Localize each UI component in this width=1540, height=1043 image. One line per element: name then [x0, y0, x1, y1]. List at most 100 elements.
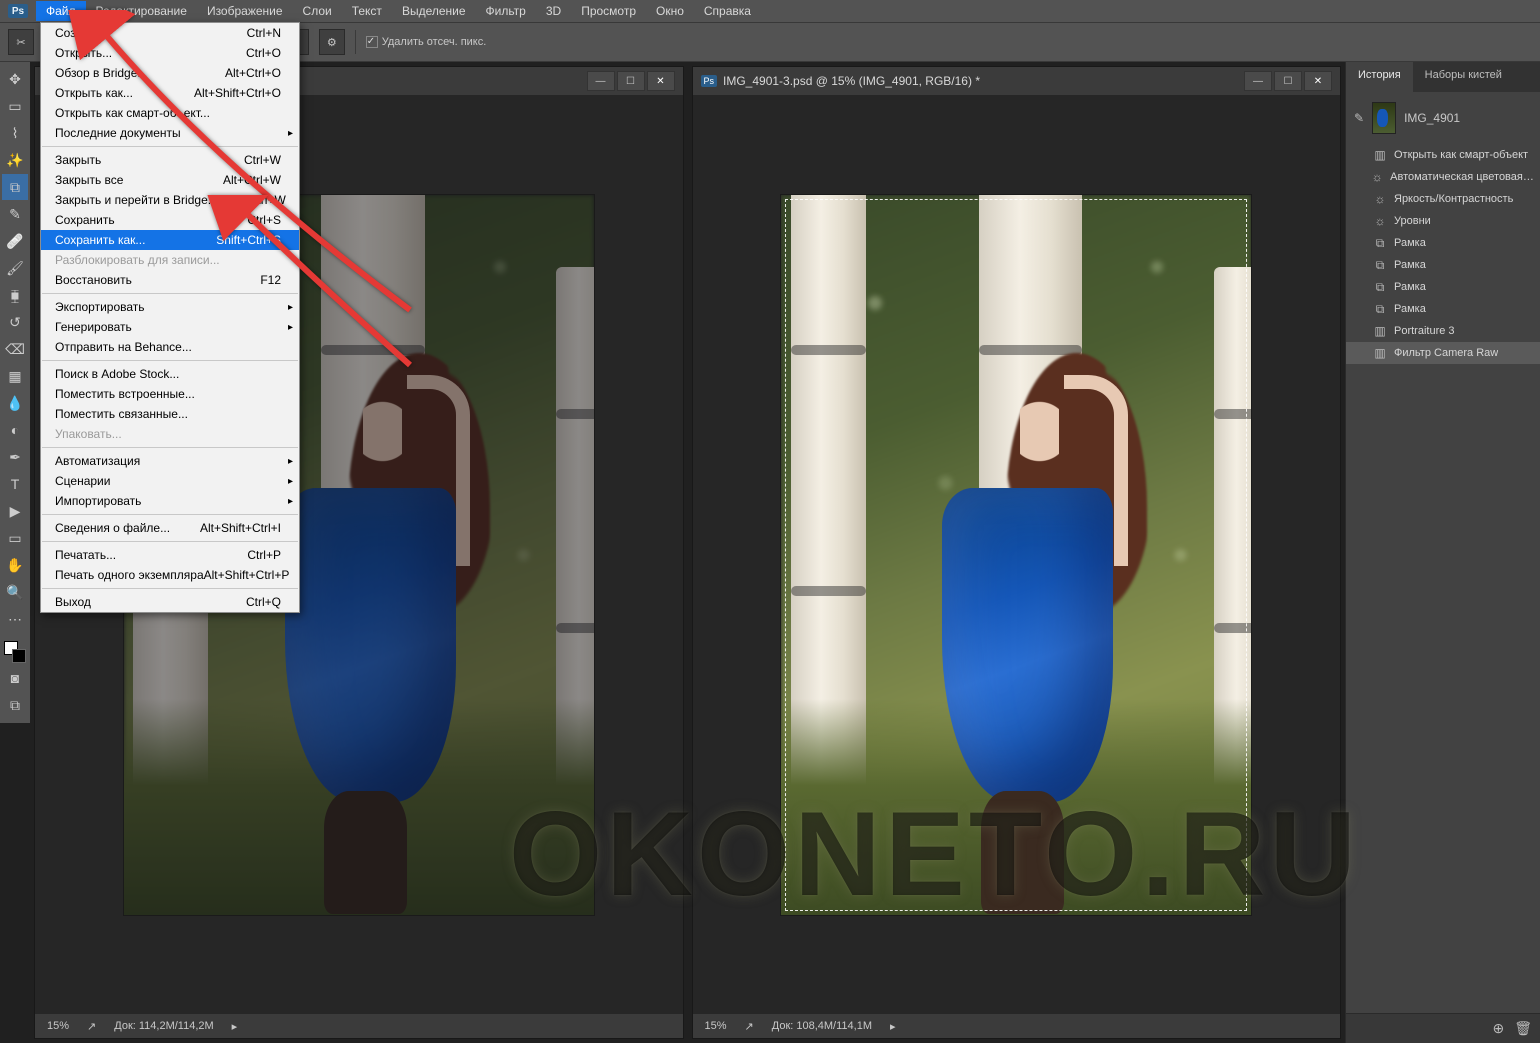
menu-фильтр[interactable]: Фильтр [476, 1, 536, 21]
history-state[interactable]: ⧉Рамка [1346, 232, 1540, 254]
hand-tool-icon[interactable]: ✋ [2, 552, 28, 578]
doc-info[interactable]: Док: 108,4M/114,1M [772, 1020, 872, 1032]
delete-cropped-checkbox[interactable]: Удалить отсеч. пикс. [366, 36, 487, 48]
menu-item[interactable]: Сценарии▸ [41, 471, 299, 491]
menu-item[interactable]: Открыть как смарт-объект... [41, 103, 299, 123]
quick-mask-icon[interactable]: ◙ [2, 665, 28, 691]
type-tool-icon[interactable]: T [2, 471, 28, 497]
magic-wand-tool-icon[interactable]: ✨ [2, 147, 28, 173]
more-tools-icon[interactable]: ⋯ [2, 606, 28, 632]
chevron-right-icon[interactable]: ▸ [232, 1020, 238, 1033]
crop-tool-icon[interactable]: ⧉ [2, 174, 28, 200]
menu-item[interactable]: Печать одного экземпляраAlt+Shift+Ctrl+P [41, 565, 299, 585]
menu-item[interactable]: Отправить на Behance... [41, 337, 299, 357]
menu-item[interactable]: СохранитьCtrl+S [41, 210, 299, 230]
clone-stamp-tool-icon[interactable]: ⧯ [2, 282, 28, 308]
menu-item[interactable]: Поиск в Adobe Stock... [41, 364, 299, 384]
tab-history[interactable]: История [1346, 62, 1413, 92]
brush-tool-icon[interactable]: 🖌 [2, 255, 28, 281]
menu-item[interactable]: Сведения о файле...Alt+Shift+Ctrl+I [41, 518, 299, 538]
menu-item[interactable]: Импортировать▸ [41, 491, 299, 511]
history-state[interactable]: ⧉Рамка [1346, 254, 1540, 276]
history-state[interactable]: ☼Автоматическая цветовая корре [1346, 166, 1540, 188]
menu-item[interactable]: Автоматизация▸ [41, 451, 299, 471]
eraser-tool-icon[interactable]: ⌫ [2, 336, 28, 362]
menu-item[interactable]: Поместить связанные... [41, 404, 299, 424]
menu-item[interactable]: Сохранить как...Shift+Ctrl+S [41, 230, 299, 250]
share-icon[interactable]: ↗ [745, 1020, 754, 1033]
shape-tool-icon[interactable]: ▭ [2, 525, 28, 551]
chevron-right-icon[interactable]: ▸ [890, 1020, 896, 1033]
zoom-level[interactable]: 15% [47, 1020, 69, 1032]
menu-текст[interactable]: Текст [342, 1, 392, 21]
close-button[interactable]: ✕ [647, 71, 675, 91]
menu-выделение[interactable]: Выделение [392, 1, 476, 21]
history-state[interactable]: ⧉Рамка [1346, 298, 1540, 320]
menu-item-label: Поместить встроенные... [55, 387, 195, 401]
lasso-tool-icon[interactable]: ⌇ [2, 120, 28, 146]
delete-state-icon[interactable]: 🗑 [1514, 1020, 1532, 1037]
path-selection-tool-icon[interactable]: ▶ [2, 498, 28, 524]
menu-item[interactable]: Открыть...Ctrl+O [41, 43, 299, 63]
gradient-tool-icon[interactable]: ▦ [2, 363, 28, 389]
history-brush-tool-icon[interactable]: ↺ [2, 309, 28, 335]
menu-item[interactable]: Экспортировать▸ [41, 297, 299, 317]
menu-3d[interactable]: 3D [536, 1, 571, 21]
zoom-tool-icon[interactable]: 🔍 [2, 579, 28, 605]
document-canvas[interactable] [693, 95, 1341, 1014]
minimize-button[interactable]: — [1244, 71, 1272, 91]
dodge-tool-icon[interactable]: ◐ [2, 417, 28, 443]
tab-brush-presets[interactable]: Наборы кистей [1413, 62, 1514, 92]
menu-item[interactable]: Поместить встроенные... [41, 384, 299, 404]
menu-item[interactable]: Создать...Ctrl+N [41, 23, 299, 43]
menu-item[interactable]: Закрыть и перейти в Bridge...Shift+Ctrl+… [41, 190, 299, 210]
healing-brush-tool-icon[interactable]: 🩹 [2, 228, 28, 254]
pen-tool-icon[interactable]: ✒ [2, 444, 28, 470]
menu-просмотр[interactable]: Просмотр [571, 1, 646, 21]
eyedropper-tool-icon[interactable]: ✎ [2, 201, 28, 227]
minimize-button[interactable]: — [587, 71, 615, 91]
screen-mode-icon[interactable]: ⧉ [2, 692, 28, 718]
menu-изображение[interactable]: Изображение [197, 1, 293, 21]
menu-файл[interactable]: Файл [36, 1, 86, 21]
share-icon[interactable]: ↗ [87, 1020, 96, 1033]
crop-settings-icon[interactable]: ⚙ [319, 29, 345, 55]
close-button[interactable]: ✕ [1304, 71, 1332, 91]
history-state[interactable]: ▥Portraiture 3 [1346, 320, 1540, 342]
menu-item[interactable]: Генерировать▸ [41, 317, 299, 337]
create-document-icon[interactable]: ⊕ [1492, 1020, 1504, 1037]
history-state-label: Открыть как смарт-объект [1394, 149, 1528, 161]
color-swatches[interactable] [2, 639, 28, 665]
document-titlebar[interactable]: Ps IMG_4901-3.psd @ 15% (IMG_4901, RGB/1… [693, 67, 1341, 95]
menu-item-label: Сохранить как... [55, 233, 145, 247]
history-state[interactable]: ▥Фильтр Camera Raw [1346, 342, 1540, 364]
menu-окно[interactable]: Окно [646, 1, 694, 21]
menu-item-label: Выход [55, 595, 91, 609]
menu-item[interactable]: ВыходCtrl+Q [41, 592, 299, 612]
doc-info[interactable]: Док: 114,2M/114,2M [114, 1020, 213, 1032]
menu-item[interactable]: Последние документы▸ [41, 123, 299, 143]
menu-item[interactable]: ЗакрытьCtrl+W [41, 150, 299, 170]
menu-item[interactable]: Печатать...Ctrl+P [41, 545, 299, 565]
menu-item[interactable]: Закрыть всеAlt+Ctrl+W [41, 170, 299, 190]
menu-справка[interactable]: Справка [694, 1, 761, 21]
maximize-button[interactable]: ☐ [1274, 71, 1302, 91]
menu-item[interactable]: Открыть как...Alt+Shift+Ctrl+O [41, 83, 299, 103]
history-state[interactable]: ☼Яркость/Контрастность [1346, 188, 1540, 210]
history-state[interactable]: ⧉Рамка [1346, 276, 1540, 298]
history-state[interactable]: ▥Открыть как смарт-объект [1346, 144, 1540, 166]
history-state[interactable]: ☼Уровни [1346, 210, 1540, 232]
crop-tool-preset-icon[interactable]: ✂ [8, 29, 34, 55]
maximize-button[interactable]: ☐ [617, 71, 645, 91]
move-tool-icon[interactable]: ✥ [2, 66, 28, 92]
menu-редактирование[interactable]: Редактирование [86, 1, 197, 21]
menu-item[interactable]: ВосстановитьF12 [41, 270, 299, 290]
submenu-arrow-icon: ▸ [288, 128, 293, 139]
blur-tool-icon[interactable]: 💧 [2, 390, 28, 416]
history-snapshot[interactable]: ✎ IMG_4901 [1346, 92, 1540, 144]
marquee-tool-icon[interactable]: ▭ [2, 93, 28, 119]
zoom-level[interactable]: 15% [705, 1020, 727, 1032]
history-brush-source-icon[interactable]: ✎ [1354, 111, 1364, 125]
menu-item[interactable]: Обзор в Bridge...Alt+Ctrl+O [41, 63, 299, 83]
menu-слои[interactable]: Слои [293, 1, 342, 21]
